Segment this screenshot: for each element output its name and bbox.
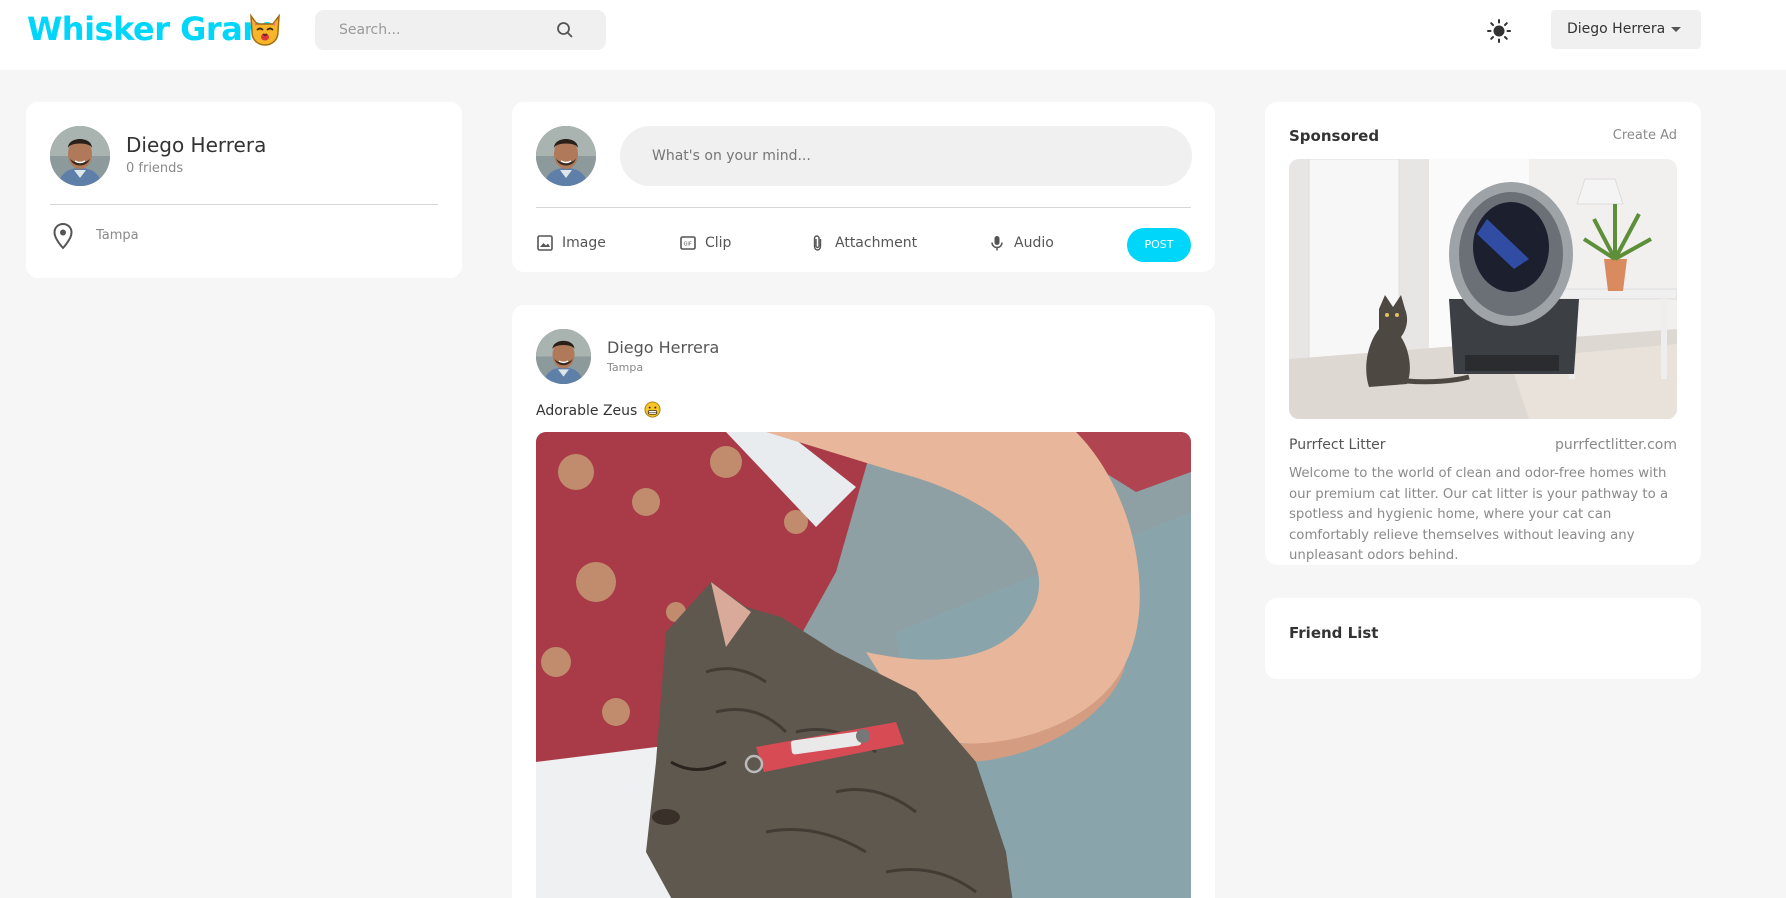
ad-description: Welcome to the world of clean and odor-f… [1289, 466, 1669, 563]
profile-card: Diego Herrera 0 friends Tampa [26, 102, 462, 278]
ad-name: Purrfect Litter [1289, 437, 1386, 453]
post-button[interactable]: POST [1127, 228, 1191, 262]
sun-icon[interactable] [1486, 18, 1512, 44]
profile-friends-count: 0 friends [126, 161, 184, 176]
profile-name[interactable]: Diego Herrera [126, 133, 266, 157]
search-input[interactable]: Search... [339, 22, 400, 38]
image-button-label: Image [562, 235, 606, 251]
post-caption-text: Adorable Zeus [536, 403, 638, 419]
top-bar: Whisker Gram Search... Diego Herrera [0, 0, 1786, 70]
brand-logo[interactable]: Whisker Gram [27, 10, 276, 48]
image-icon [537, 235, 553, 251]
create-ad-link[interactable]: Create Ad [1613, 128, 1677, 143]
post-text-input[interactable] [620, 126, 1192, 186]
clip-button[interactable]: GIF Clip [679, 234, 731, 252]
search-bar[interactable]: Search... [315, 10, 606, 50]
clip-button-label: Clip [705, 235, 732, 251]
user-dropdown[interactable]: Diego Herrera [1551, 10, 1701, 49]
post-composer: Image GIF Clip Attachment Audio POST [512, 102, 1215, 272]
friend-list-title: Friend List [1289, 624, 1379, 642]
microphone-icon [991, 236, 1003, 251]
litter-box-photo [1289, 159, 1677, 419]
svg-text:GIF: GIF [684, 242, 692, 248]
post-photo[interactable] [536, 432, 1191, 898]
post-caption: Adorable Zeus [536, 401, 661, 419]
audio-button-label: Audio [1014, 235, 1054, 251]
location-pin-icon [53, 223, 73, 249]
feed-post: Diego Herrera Tampa Adorable Zeus [512, 305, 1215, 898]
ad-image[interactable] [1289, 159, 1677, 419]
image-button[interactable]: Image [536, 234, 606, 252]
user-dropdown-label: Diego Herrera [1567, 21, 1666, 37]
cat-face-icon [250, 13, 280, 46]
attachment-button-label: Attachment [835, 235, 918, 251]
post-location: Tampa [607, 361, 644, 374]
attachment-button[interactable]: Attachment [809, 234, 917, 252]
friend-list-card: Friend List [1265, 598, 1701, 679]
divider [536, 207, 1191, 208]
paperclip-icon [813, 235, 822, 251]
ad-website-link[interactable]: purrfectlitter.com [1555, 437, 1677, 453]
avatar[interactable] [50, 126, 110, 186]
avatar[interactable] [536, 329, 591, 384]
chevron-down-icon [1671, 27, 1681, 32]
sponsored-title: Sponsored [1289, 127, 1380, 145]
sleeping-cat-photo [536, 432, 1191, 898]
profile-location: Tampa [96, 228, 139, 243]
sponsored-card: Sponsored Create Ad Purrfect Litter purr… [1265, 102, 1701, 565]
search-icon[interactable] [556, 21, 574, 39]
avatar[interactable] [536, 126, 596, 186]
gif-icon: GIF [680, 236, 696, 250]
grimacing-face-icon [644, 401, 661, 418]
audio-button[interactable]: Audio [988, 234, 1054, 252]
divider [50, 204, 438, 205]
post-author-name[interactable]: Diego Herrera [607, 338, 719, 357]
